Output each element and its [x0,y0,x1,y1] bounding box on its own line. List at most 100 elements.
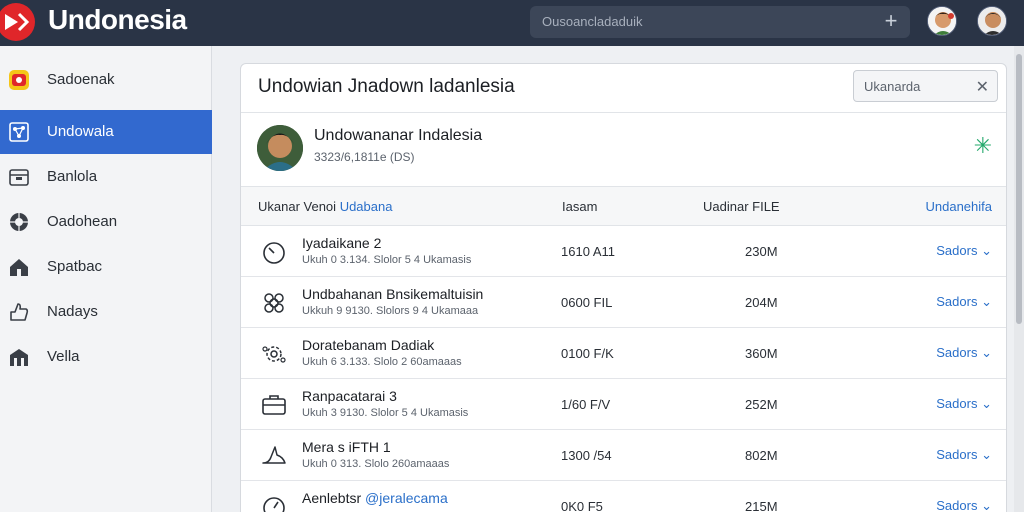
avatar-face-icon [978,7,1006,35]
row-action-label: Sadors [936,294,978,309]
chevron-down-icon: ⌄ [981,294,992,309]
briefcase-icon [262,395,286,415]
filter-value: Ukanarda [864,79,921,94]
row-subtitle: Ukkuh 9 9130. Slolors 9 4 Ukamaaa [302,305,479,317]
row-col2: 1/60 F/V [561,397,611,412]
column-header-4[interactable]: Undanehifa [926,199,993,214]
row-col2: 0600 FIL [561,295,613,310]
row-action-label: Sadors [936,243,978,258]
asterisk-icon[interactable]: ✳ [974,135,992,157]
table-row[interactable]: Aenlebtsr @jeralecama 0K0 F5 215M Sadors… [241,481,1006,512]
row-action-dropdown[interactable]: Sadors ⌄ [936,396,992,412]
row-subtitle: Ukuh 0 3.134. Slolor 5 4 Ukamasis [302,254,472,266]
column-header-2[interactable]: Iasam [562,199,597,214]
app-title: Undonesia [48,4,187,35]
row-title: Doratebanam Dadiak [302,337,435,353]
row-action-dropdown[interactable]: Sadors ⌄ [936,498,992,512]
column-header-3[interactable]: Uadinar FILE [703,199,780,214]
sidebar-item-banlola[interactable]: Banlola [0,155,212,199]
filter-input[interactable]: Ukanarda ✕ [853,70,998,102]
sidebar-item-nadays[interactable]: Nadays [0,290,212,334]
sidebar-item-label: Sadoenak [47,71,115,88]
close-icon[interactable]: ✕ [976,77,989,97]
row-action-dropdown[interactable]: Sadors ⌄ [936,447,992,463]
row-action-dropdown[interactable]: Sadors ⌄ [936,345,992,361]
sidebar-item-label: Spatbac [47,258,103,275]
row-title-mention[interactable]: @jeralecama [365,490,448,506]
sidebar-item-label: Oadohean [47,213,118,230]
row-action-dropdown[interactable]: Sadors ⌄ [936,243,992,259]
search-value: Ousoancladaduik [542,14,643,29]
sidebar-item-vella[interactable]: Vella [0,335,212,379]
profile-name: Undowananar Indalesia [314,127,483,144]
network-icon [9,122,29,142]
chevron-down-icon: ⌄ [981,243,992,258]
sidebar-item-label: Nadays [47,303,98,320]
search-input[interactable]: Ousoancladaduik + [530,6,910,38]
house-icon [10,259,28,276]
row-col3: 802M [745,448,778,463]
row-title: Mera s iFTH 1 [302,439,391,455]
row-action-label: Sadors [936,498,978,512]
sidebar-item-oadohean[interactable]: Oadohean [0,200,212,244]
row-subtitle: Ukuh 0 313. Slolo 260amaaas [302,458,450,470]
table-row[interactable]: Doratebanam Dadiak Ukuh 6 3.133. Slolo 2… [241,328,1006,379]
avatar-face-icon [257,125,303,171]
row-col2: 1300 /54 [561,448,612,463]
table-row[interactable]: Iyadaikane 2 Ukuh 0 3.134. Slolor 5 4 Uk… [241,226,1006,277]
avatar[interactable] [257,125,303,171]
cog-cluster-icon [262,346,286,363]
row-title: Undbahanan Bnsikemaltuisin [302,286,484,302]
avatar-face-icon [928,7,956,35]
box-icon [9,169,29,186]
speedometer-icon [263,497,285,512]
chevron-down-icon: ⌄ [981,498,992,512]
play-logo-icon[interactable] [0,2,38,42]
row-action-dropdown[interactable]: Sadors ⌄ [936,294,992,310]
table-row[interactable]: Mera s iFTH 1 Ukuh 0 313. Slolo 260amaaa… [241,430,1006,481]
row-title-text: Aenlebtsr [302,490,366,506]
table-row[interactable]: Ranpacatarai 3 Ukuh 3 9130. Slolor 5 4 U… [241,379,1006,430]
sidebar-item-spatbac[interactable]: Spatbac [0,245,212,289]
user-avatar[interactable] [927,6,957,36]
globe-icon [10,213,28,231]
timer-icon [263,242,285,264]
profile-avatar[interactable] [977,6,1007,36]
table-header: Ukanar Venoi Udabana Iasam Uadinar FILE … [241,186,1006,226]
row-col3: 252M [745,397,778,412]
app-badge-icon [9,70,29,90]
row-col2: 1610 A11 [561,244,615,259]
sidebar-item-label: Vella [47,348,80,365]
building-icon [10,349,28,366]
row-col2: 0100 F/K [561,346,614,361]
column-header-name[interactable]: Ukanar Venoi Udabana [258,199,392,214]
row-col3: 230M [745,244,778,259]
profile-header: Undowananar Indalesia 3323/6,1811e (DS) … [241,112,1006,186]
page-title: Undowian Jnadown ladanlesia [258,76,515,97]
sidebar-item-undowala[interactable]: Undowala [0,110,212,154]
scrollbar[interactable] [1014,46,1024,512]
sidebar-item-label: Undowala [47,123,114,140]
row-title: Ranpacatarai 3 [302,388,397,404]
gear-icon [264,293,284,313]
table-row[interactable]: Undbahanan Bnsikemaltuisin Ukkuh 9 9130.… [241,277,1006,328]
sidebar-item-sadoenak[interactable]: Sadoenak [0,58,212,102]
row-col3: 360M [745,346,778,361]
column-header-name-prefix: Ukanar Venoi [258,199,337,214]
row-action-label: Sadors [936,396,978,411]
row-subtitle: Ukuh 3 9130. Slolor 5 4 Ukamasis [302,407,469,419]
row-col3: 215M [745,499,778,512]
row-subtitle: Ukuh 6 3.133. Slolo 2 60amaaas [302,356,462,368]
profile-subtitle: 3323/6,1811e (DS) [314,150,415,164]
chevron-down-icon: ⌄ [981,447,992,462]
bird-icon [262,446,286,464]
scrollbar-thumb[interactable] [1016,54,1022,324]
sidebar-item-label: Banlola [47,168,98,185]
plus-icon[interactable]: + [880,10,902,32]
main-panel: Undowian Jnadown ladanlesia Ukanarda ✕ U… [240,63,1007,512]
chevron-down-icon: ⌄ [981,345,992,360]
row-action-label: Sadors [936,345,978,360]
row-title: Aenlebtsr @jeralecama [302,490,448,506]
chevron-down-icon: ⌄ [981,396,992,411]
row-col3: 204M [745,295,778,310]
